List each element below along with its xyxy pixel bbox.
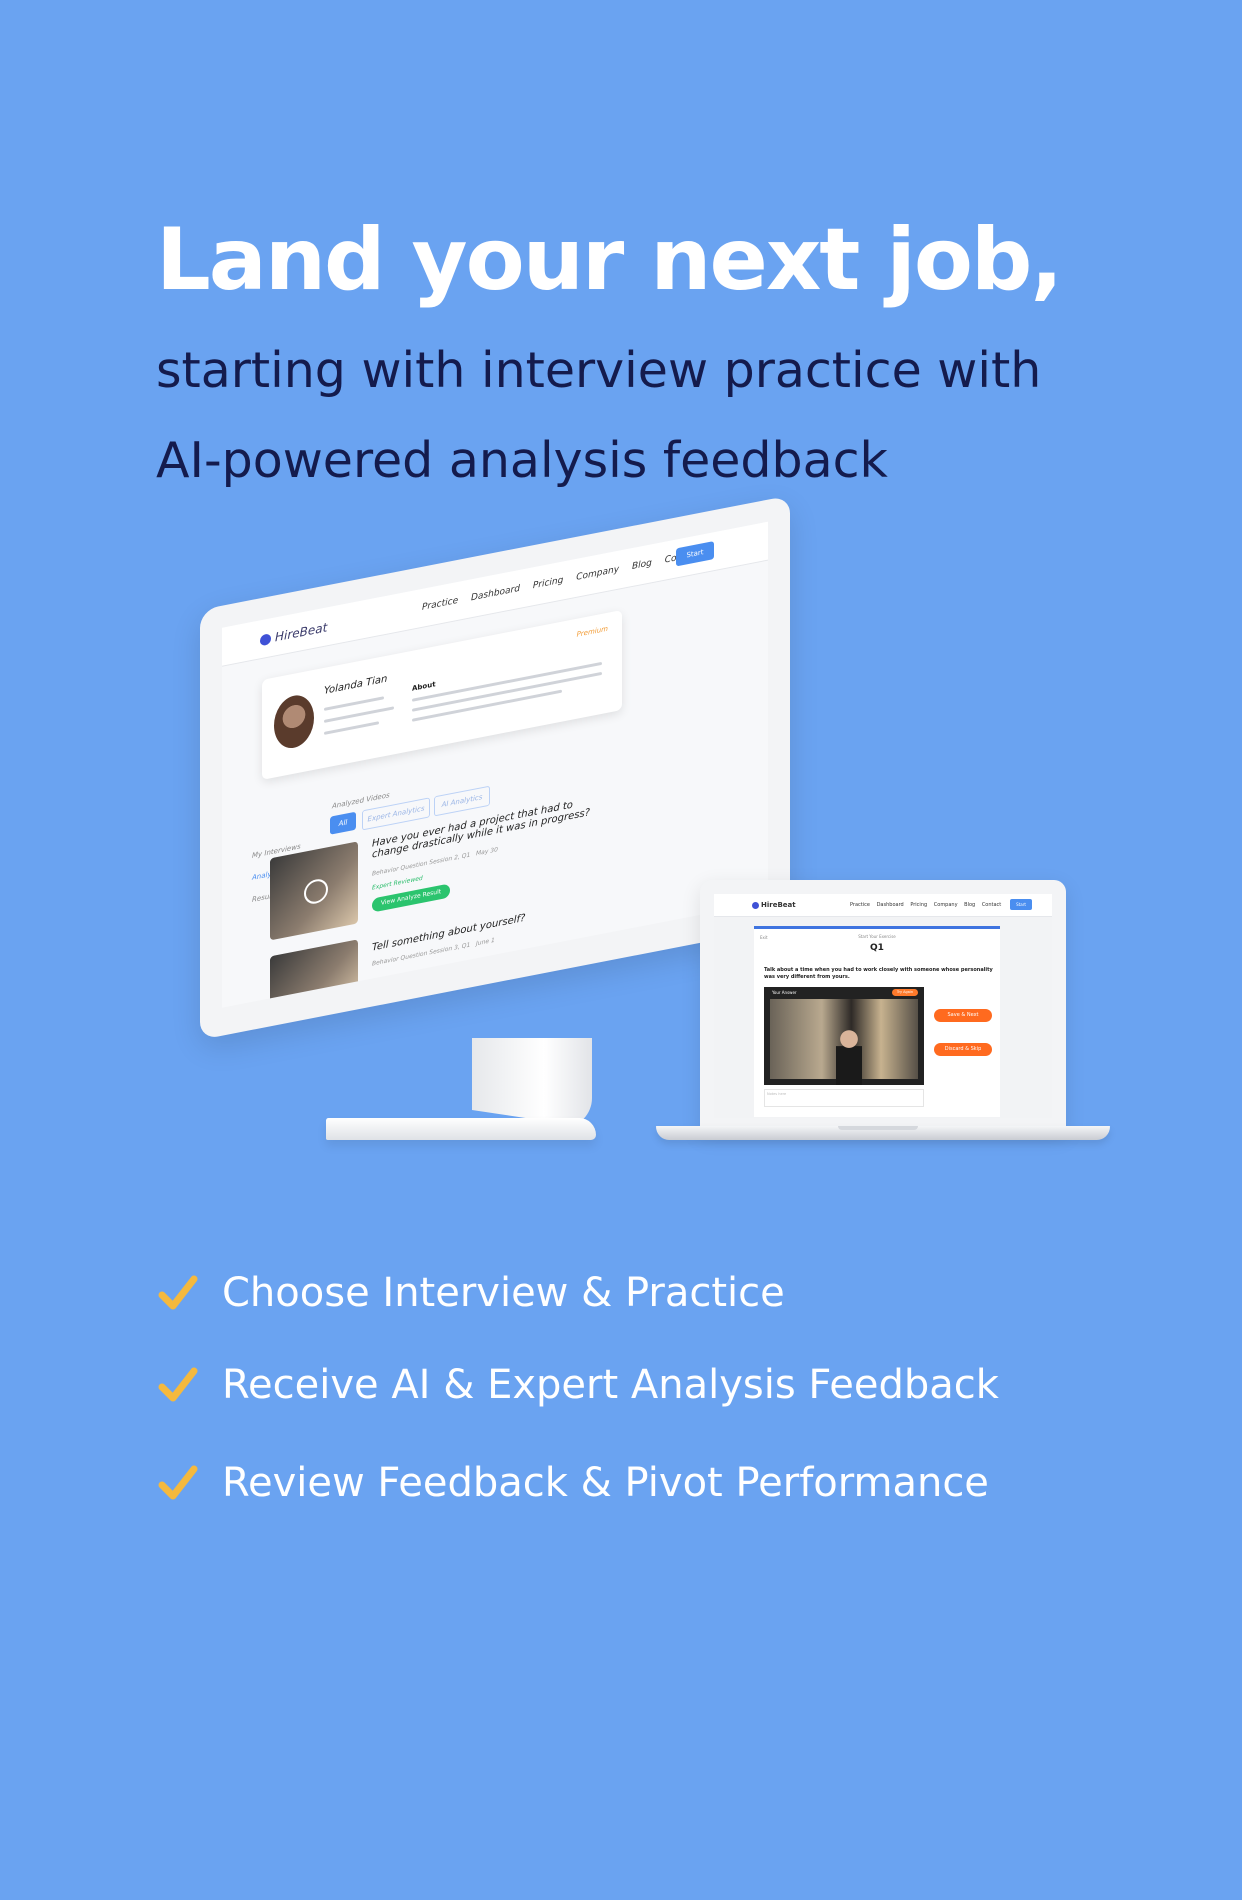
laptop-mockup: HireBeat Practice Dashboard Pricing Comp… bbox=[700, 880, 1066, 1132]
monitor-stand-base bbox=[326, 1118, 596, 1140]
nav-link: Pricing bbox=[532, 575, 564, 592]
mock-start-button: Start bbox=[676, 541, 714, 567]
laptop-notch bbox=[838, 1126, 918, 1130]
text-placeholder-line bbox=[412, 671, 602, 712]
nav-link: Company bbox=[933, 902, 958, 908]
person-figure bbox=[836, 1029, 862, 1085]
nav-link: Dashboard bbox=[470, 583, 520, 604]
text-placeholder-line bbox=[324, 721, 379, 735]
nav-link: Pricing bbox=[910, 902, 928, 908]
play-icon bbox=[304, 877, 328, 906]
check-icon bbox=[158, 1367, 198, 1402]
question-number: Q1 bbox=[870, 943, 884, 953]
mock-logo: HireBeat bbox=[260, 620, 327, 647]
question-prompt: Talk about a time when you had to work c… bbox=[764, 967, 993, 980]
about-heading: About bbox=[412, 680, 436, 693]
video-thumbnail bbox=[270, 841, 358, 941]
brand-name: HireBeat bbox=[275, 620, 328, 645]
feature-label: Choose Interview & Practice bbox=[222, 1270, 785, 1316]
feature-item-receive: Receive AI & Expert Analysis Feedback bbox=[158, 1360, 999, 1410]
check-icon bbox=[158, 1275, 198, 1310]
video-date: May 30 bbox=[476, 846, 498, 858]
feature-item-review: Review Feedback & Pivot Performance bbox=[158, 1458, 989, 1508]
laptop-nav-links: Practice Dashboard Pricing Company Blog … bbox=[850, 902, 1006, 908]
logo-icon bbox=[260, 633, 271, 647]
check-icon bbox=[158, 1465, 198, 1500]
nav-link: Dashboard bbox=[876, 902, 904, 908]
feature-label: Review Feedback & Pivot Performance bbox=[222, 1460, 989, 1506]
feature-item-choose: Choose Interview & Practice bbox=[158, 1268, 785, 1318]
discard-skip-button: Discard & Skip bbox=[934, 1043, 992, 1056]
monitor-stand-neck bbox=[472, 1038, 592, 1128]
tab-all: All bbox=[330, 811, 356, 835]
profile-name: Yolanda Tian bbox=[324, 673, 388, 697]
exercise-header: Start Your Exercise bbox=[858, 934, 896, 939]
laptop-logo: HireBeat bbox=[752, 901, 796, 909]
avatar bbox=[274, 691, 314, 752]
nav-link: Practice bbox=[422, 595, 459, 613]
nav-link: Company bbox=[576, 564, 620, 583]
subheadline-line-2: AI-powered analysis feedback bbox=[156, 432, 888, 489]
answer-video: Your Answer Try Again bbox=[764, 987, 924, 1085]
text-placeholder-line bbox=[412, 661, 602, 702]
notes-field: Notes here bbox=[764, 1089, 924, 1107]
nav-link: Contact bbox=[981, 902, 1002, 908]
feature-label: Receive AI & Expert Analysis Feedback bbox=[222, 1362, 999, 1408]
logo-icon bbox=[752, 901, 759, 909]
video-frame bbox=[770, 999, 918, 1085]
nav-link: Blog bbox=[964, 902, 976, 908]
nav-link: Blog bbox=[631, 558, 652, 573]
nav-link: Practice bbox=[850, 902, 870, 908]
laptop-navbar: HireBeat Practice Dashboard Pricing Comp… bbox=[714, 894, 1052, 917]
laptop-start-button: Start bbox=[1010, 899, 1032, 910]
tab-ai: AI Analytics bbox=[434, 785, 490, 817]
premium-badge: Premium bbox=[576, 624, 608, 639]
video-label: Your Answer bbox=[772, 990, 797, 995]
subheadline-line-1: starting with interview practice with bbox=[156, 342, 1042, 399]
brand-name: HireBeat bbox=[761, 901, 796, 909]
video-date: June 1 bbox=[476, 936, 495, 948]
exercise-card: Exit Start Your Exercise Q1 Talk about a… bbox=[754, 926, 1000, 1117]
headline: Land your next job, bbox=[156, 210, 1063, 310]
save-next-button: Save & Next bbox=[934, 1009, 992, 1022]
try-again-tag: Try Again bbox=[892, 989, 918, 996]
text-placeholder-line bbox=[324, 696, 384, 711]
laptop-screen: HireBeat Practice Dashboard Pricing Comp… bbox=[714, 894, 1052, 1118]
